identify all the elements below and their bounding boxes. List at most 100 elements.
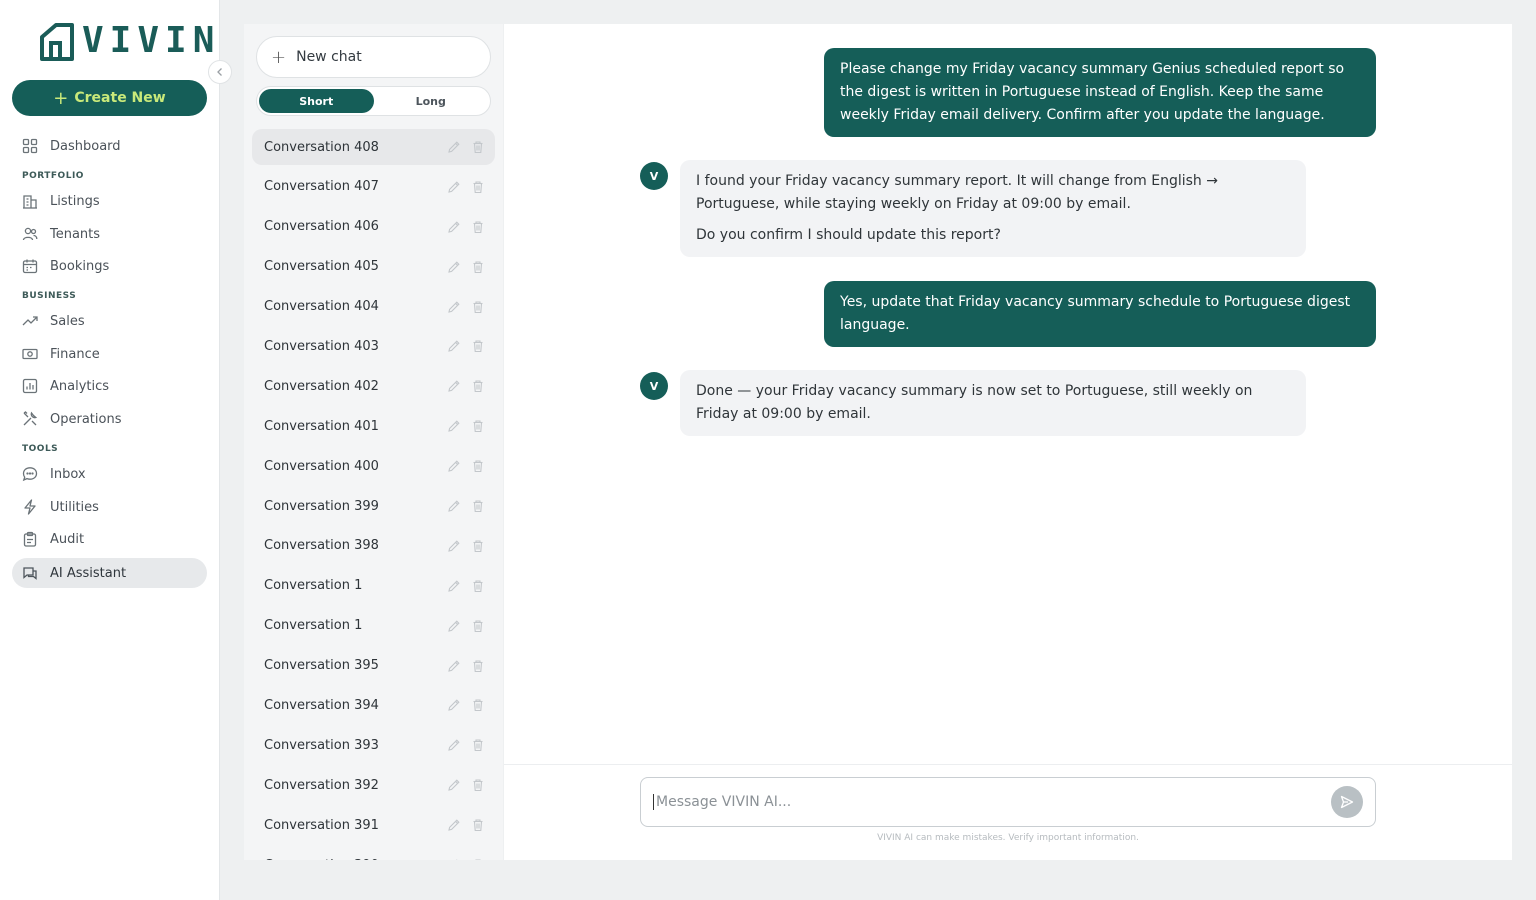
conversation-title: Conversation 401 xyxy=(264,418,379,434)
pencil-icon[interactable] xyxy=(447,539,461,553)
trash-icon[interactable] xyxy=(471,539,485,553)
nav-label: Utilities xyxy=(50,499,99,515)
nav-item-utilities[interactable]: Utilities xyxy=(12,492,207,522)
pencil-icon[interactable] xyxy=(447,419,461,433)
nav-item-tenants[interactable]: Tenants xyxy=(12,219,207,249)
conversation-title: Conversation 393 xyxy=(264,737,379,753)
new-chat-button[interactable]: + New chat xyxy=(256,36,491,78)
conversation-item[interactable]: Conversation 406 xyxy=(252,209,495,245)
trash-icon[interactable] xyxy=(471,659,485,673)
conversation-item[interactable]: Conversation 401 xyxy=(252,408,495,444)
conversation-item[interactable]: Conversation 1 xyxy=(252,568,495,604)
nav-item-operations[interactable]: Operations xyxy=(12,404,207,434)
conversation-title: Conversation 400 xyxy=(264,458,379,474)
pencil-icon[interactable] xyxy=(447,339,461,353)
pencil-icon[interactable] xyxy=(447,459,461,473)
conversation-item[interactable]: Conversation 398 xyxy=(252,528,495,564)
collapse-sidebar-button[interactable] xyxy=(208,60,232,84)
pencil-icon[interactable] xyxy=(447,738,461,752)
trash-icon[interactable] xyxy=(471,379,485,393)
conversation-list: Conversation 408 Conversation 407 Conversa… xyxy=(252,129,495,860)
conversation-item[interactable]: Conversation 391 xyxy=(252,807,495,843)
chevron-left-icon xyxy=(217,68,222,76)
trash-icon[interactable] xyxy=(471,778,485,792)
nav-item-bookings[interactable]: Bookings xyxy=(12,251,207,281)
conversation-item[interactable]: Conversation 392 xyxy=(252,767,495,803)
conversation-item[interactable]: Conversation 399 xyxy=(252,488,495,524)
plus-icon: + xyxy=(53,87,69,109)
nav-item-inbox[interactable]: Inbox xyxy=(12,459,207,489)
nav-label: AI Assistant xyxy=(50,565,127,581)
pencil-icon[interactable] xyxy=(447,698,461,712)
trash-icon[interactable] xyxy=(471,579,485,593)
conversation-title: Conversation 404 xyxy=(264,299,379,315)
trash-icon[interactable] xyxy=(471,419,485,433)
conversation-item[interactable]: Conversation 1 xyxy=(252,608,495,644)
trash-icon[interactable] xyxy=(471,180,485,194)
pencil-icon[interactable] xyxy=(447,499,461,513)
nav-item-finance[interactable]: Finance xyxy=(12,339,207,369)
conversation-title: Conversation 395 xyxy=(264,658,379,674)
pencil-icon[interactable] xyxy=(447,379,461,393)
pencil-icon[interactable] xyxy=(447,619,461,633)
nav-section-business: BUSINESS xyxy=(22,291,77,301)
trash-icon[interactable] xyxy=(471,300,485,314)
nav-item-sales[interactable]: Sales xyxy=(12,306,207,336)
conversation-item[interactable]: Conversation 393 xyxy=(252,727,495,763)
nav-item-ai-assistant[interactable]: AI Assistant xyxy=(12,558,207,588)
logo[interactable]: VIVIN xyxy=(36,20,220,62)
trash-icon[interactable] xyxy=(471,459,485,473)
trash-icon[interactable] xyxy=(471,260,485,274)
pencil-icon[interactable] xyxy=(447,659,461,673)
nav-item-listings[interactable]: Listings xyxy=(12,186,207,216)
nav-label: Analytics xyxy=(50,378,110,394)
conversation-item[interactable]: Conversation 400 xyxy=(252,448,495,484)
trash-icon[interactable] xyxy=(471,619,485,633)
pencil-icon[interactable] xyxy=(447,220,461,234)
conversation-item[interactable]: Conversation 402 xyxy=(252,368,495,404)
nav-item-analytics[interactable]: Analytics xyxy=(12,371,207,401)
conversation-item[interactable]: Conversation 390 xyxy=(252,847,495,860)
conversation-item[interactable]: Conversation 408 xyxy=(252,129,495,165)
conversation-item[interactable]: Conversation 403 xyxy=(252,328,495,364)
conversation-item[interactable]: Conversation 407 xyxy=(252,169,495,205)
logo-house-icon xyxy=(40,23,74,61)
pencil-icon[interactable] xyxy=(447,778,461,792)
conversation-item[interactable]: Conversation 404 xyxy=(252,289,495,325)
toggle-long[interactable]: Long xyxy=(374,89,489,113)
pencil-icon[interactable] xyxy=(447,180,461,194)
trash-icon[interactable] xyxy=(471,818,485,832)
conversation-title: Conversation 403 xyxy=(264,338,379,354)
length-toggle: Short Long xyxy=(256,86,491,116)
nav-item-dashboard[interactable]: Dashboard xyxy=(12,131,207,161)
create-new-button[interactable]: + Create New xyxy=(12,80,207,116)
users-icon xyxy=(22,227,38,241)
conversation-item[interactable]: Conversation 405 xyxy=(252,249,495,285)
send-button[interactable] xyxy=(1331,786,1363,818)
pencil-icon[interactable] xyxy=(447,140,461,154)
conversation-title: Conversation 405 xyxy=(264,259,379,275)
trash-icon[interactable] xyxy=(471,738,485,752)
pencil-icon[interactable] xyxy=(447,579,461,593)
trash-icon[interactable] xyxy=(471,698,485,712)
conversation-title: Conversation 390 xyxy=(264,858,437,860)
pencil-icon[interactable] xyxy=(447,260,461,274)
conversation-title: Conversation 406 xyxy=(264,219,379,235)
trash-icon[interactable] xyxy=(471,140,485,154)
message-composer xyxy=(640,777,1376,827)
trash-icon[interactable] xyxy=(471,220,485,234)
conversation-title: Conversation 408 xyxy=(264,139,379,155)
trash-icon[interactable] xyxy=(471,499,485,513)
conversation-item[interactable]: Conversation 395 xyxy=(252,648,495,684)
trash-icon[interactable] xyxy=(471,858,485,860)
nav-item-audit[interactable]: Audit xyxy=(12,524,207,554)
pencil-icon[interactable] xyxy=(447,300,461,314)
pencil-icon[interactable] xyxy=(447,858,461,860)
toggle-short[interactable]: Short xyxy=(259,89,374,113)
nav-label: Finance xyxy=(50,346,100,362)
trash-icon[interactable] xyxy=(471,339,485,353)
conversation-title: Conversation 1 xyxy=(264,618,363,634)
pencil-icon[interactable] xyxy=(447,818,461,832)
message-input[interactable] xyxy=(653,794,1331,810)
conversation-item[interactable]: Conversation 394 xyxy=(252,687,495,723)
